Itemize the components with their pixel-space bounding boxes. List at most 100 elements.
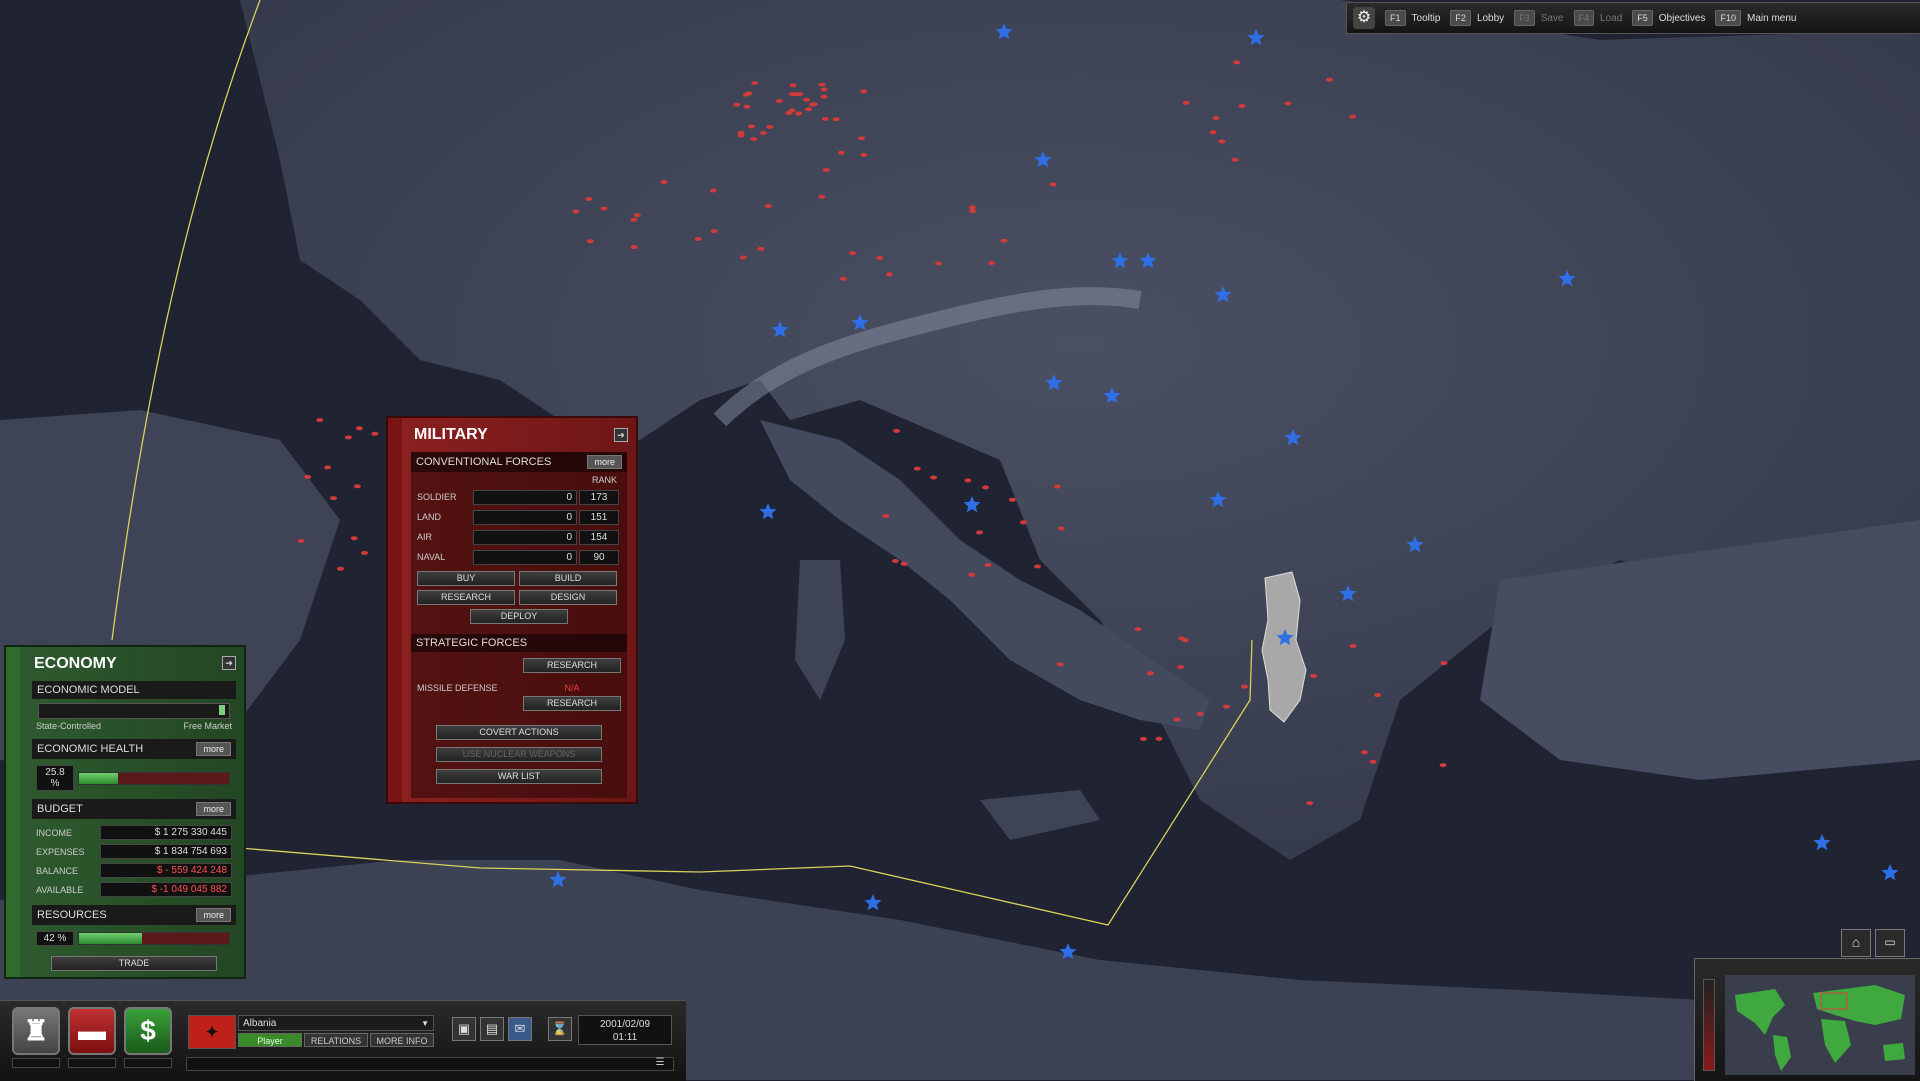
unit-icon[interactable] [1000, 238, 1008, 243]
tab-player[interactable]: Player [238, 1033, 302, 1047]
unit-icon[interactable] [1325, 77, 1333, 82]
tab-more-info[interactable]: MORE INFO [370, 1033, 434, 1047]
unit-icon[interactable] [710, 229, 718, 234]
unit-icon[interactable] [839, 276, 847, 281]
unit-icon[interactable] [1440, 661, 1448, 666]
unit-icon[interactable] [1155, 736, 1163, 741]
unit-icon[interactable] [1181, 638, 1189, 643]
unit-icon[interactable] [316, 418, 324, 423]
unit-icon[interactable] [900, 561, 908, 566]
unit-icon[interactable] [764, 204, 772, 208]
toolbar-save[interactable]: F3 Save [1514, 10, 1564, 26]
unit-icon[interactable] [355, 426, 363, 431]
unit-icon[interactable] [600, 206, 608, 211]
toolbar-tooltip[interactable]: F1 Tooltip [1385, 10, 1440, 26]
unit-icon[interactable] [759, 131, 767, 135]
flag-icon[interactable]: ✦ [188, 1015, 236, 1049]
unit-icon[interactable] [633, 213, 641, 218]
unit-icon[interactable] [361, 550, 368, 555]
strategic-research-button[interactable]: RESEARCH [523, 658, 621, 673]
country-select[interactable]: Albania ▼ [238, 1015, 434, 1031]
unit-icon[interactable] [1212, 116, 1220, 120]
unit-icon[interactable] [1182, 100, 1190, 105]
unit-icon[interactable] [1369, 759, 1377, 764]
unit-icon[interactable] [858, 136, 865, 141]
health-more-button[interactable]: more [196, 742, 231, 756]
unit-icon[interactable] [935, 261, 943, 266]
unit-icon[interactable] [1233, 60, 1241, 65]
pin-icon[interactable]: ➔ [222, 656, 236, 670]
unit-icon[interactable] [837, 150, 845, 155]
unit-icon[interactable] [982, 485, 990, 490]
unit-icon[interactable] [660, 179, 668, 184]
document-icon[interactable]: ▤ [480, 1017, 504, 1041]
unit-icon[interactable] [1053, 484, 1061, 489]
unit-icon[interactable] [976, 530, 983, 535]
politics-button[interactable]: ♜ [12, 1007, 60, 1055]
unit-icon[interactable] [930, 475, 938, 480]
gear-icon[interactable]: ⚙ [1353, 7, 1375, 29]
unit-icon[interactable] [1310, 673, 1318, 678]
covert-actions-button[interactable]: COVERT ACTIONS [436, 725, 602, 740]
unit-icon[interactable] [1146, 671, 1154, 676]
unit-icon[interactable] [1019, 520, 1027, 525]
unit-icon[interactable] [1008, 497, 1016, 502]
unit-icon[interactable] [337, 566, 344, 571]
unit-icon[interactable] [822, 168, 830, 173]
unit-icon[interactable] [297, 539, 305, 543]
unit-icon[interactable] [1238, 103, 1246, 108]
economic-model-slider[interactable] [38, 703, 230, 719]
unit-icon[interactable] [739, 255, 747, 260]
unit-icon[interactable] [860, 152, 868, 157]
design-button[interactable]: DESIGN [519, 590, 617, 605]
unit-icon[interactable] [353, 484, 361, 489]
unit-icon[interactable] [743, 104, 751, 109]
unit-icon[interactable] [1349, 114, 1357, 119]
unit-icon[interactable] [1306, 801, 1314, 806]
unit-icon[interactable] [1349, 644, 1357, 649]
unit-icon[interactable] [745, 91, 753, 96]
unit-icon[interactable] [694, 237, 702, 241]
camera-icon[interactable]: ▭ [1875, 929, 1905, 957]
unit-icon[interactable] [572, 209, 580, 214]
unit-icon[interactable] [832, 117, 840, 122]
unit-icon[interactable] [344, 435, 352, 440]
unit-icon[interactable] [913, 466, 921, 471]
unit-icon[interactable] [737, 133, 745, 138]
unit-icon[interactable] [805, 107, 812, 112]
unit-icon[interactable] [1439, 763, 1447, 768]
unit-icon[interactable] [968, 572, 976, 577]
unit-icon[interactable] [350, 536, 358, 541]
deploy-button[interactable]: DEPLOY [470, 609, 568, 624]
pin-icon[interactable]: ➔ [614, 428, 628, 442]
unit-icon[interactable] [630, 245, 638, 250]
unit-icon[interactable] [630, 217, 638, 222]
tab-relations[interactable]: RELATIONS [304, 1033, 368, 1047]
economy-button[interactable]: $ [124, 1007, 172, 1055]
unit-icon[interactable] [775, 99, 783, 103]
unit-icon[interactable] [1241, 684, 1248, 689]
unit-icon[interactable] [751, 81, 759, 85]
unit-icon[interactable] [1223, 704, 1230, 709]
research-button[interactable]: RESEARCH [417, 590, 515, 605]
unit-icon[interactable] [304, 474, 312, 479]
unit-icon[interactable] [371, 431, 379, 436]
unit-icon[interactable] [1284, 101, 1292, 106]
unit-icon[interactable] [968, 205, 976, 210]
unit-icon[interactable] [988, 261, 996, 265]
conventional-more-button[interactable]: more [587, 455, 622, 469]
unit-icon[interactable] [748, 124, 755, 129]
unit-icon[interactable] [885, 272, 893, 277]
unit-icon[interactable] [733, 102, 741, 107]
unit-icon[interactable] [891, 559, 899, 563]
unit-icon[interactable] [1173, 717, 1181, 722]
mail-icon[interactable]: ✉ [508, 1017, 532, 1041]
unit-icon[interactable] [789, 83, 797, 88]
budget-more-button[interactable]: more [196, 802, 231, 816]
military-button[interactable]: ▬ [68, 1007, 116, 1055]
unit-icon[interactable] [984, 563, 992, 567]
unit-icon[interactable] [1134, 627, 1142, 632]
trade-button[interactable]: TRADE [51, 956, 217, 971]
home-icon[interactable]: ⌂ [1841, 929, 1871, 957]
unit-icon[interactable] [1034, 564, 1041, 569]
